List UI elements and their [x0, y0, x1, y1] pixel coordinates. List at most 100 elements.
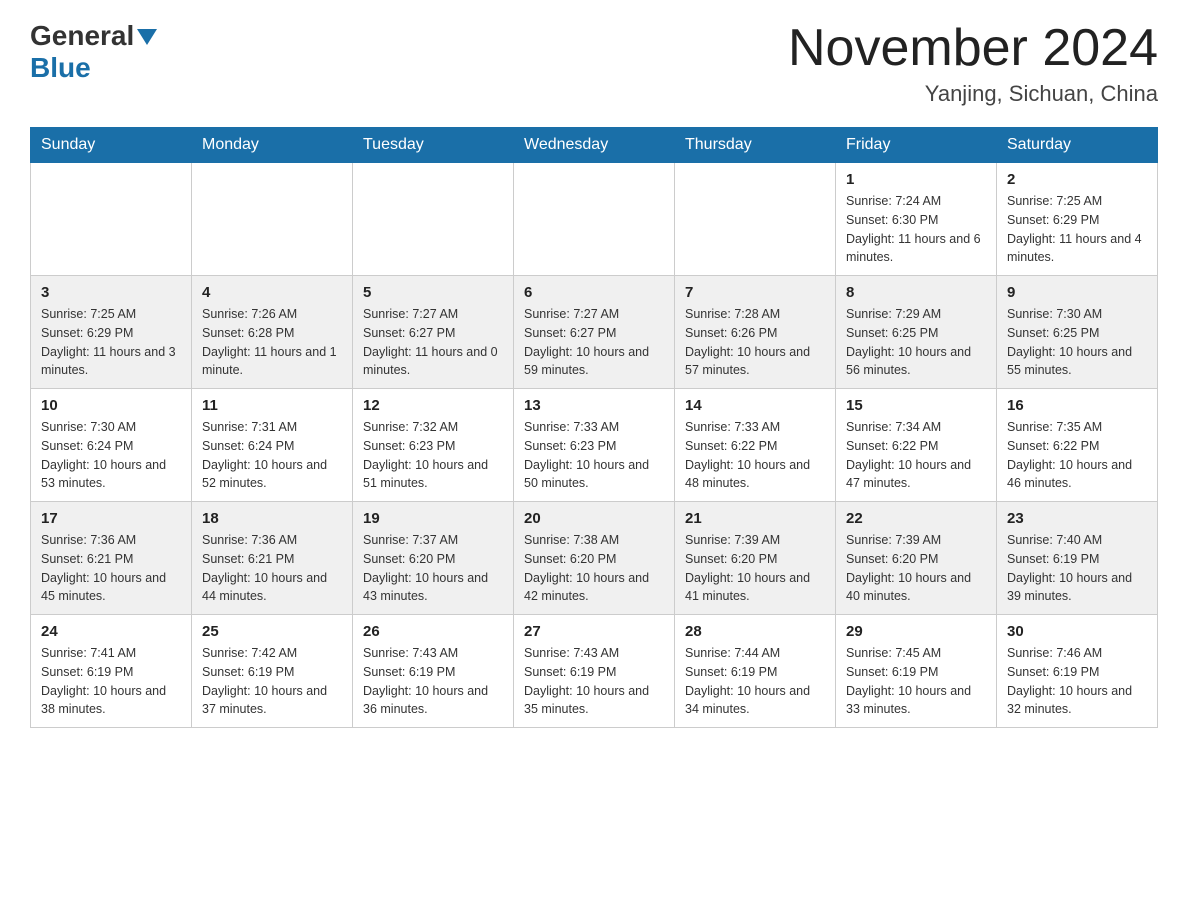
- day-info: Sunrise: 7:30 AM Sunset: 6:25 PM Dayligh…: [1007, 305, 1147, 380]
- day-number: 23: [1007, 510, 1147, 527]
- day-number: 25: [202, 623, 342, 640]
- day-number: 20: [524, 510, 664, 527]
- day-cell: 22 Sunrise: 7:39 AM Sunset: 6:20 PM Dayli…: [836, 502, 997, 615]
- main-title: November 2024: [788, 20, 1158, 77]
- day-cell: 11 Sunrise: 7:31 AM Sunset: 6:24 PM Dayli…: [192, 389, 353, 502]
- day-info: Sunrise: 7:43 AM Sunset: 6:19 PM Dayligh…: [363, 644, 503, 719]
- header-thursday: Thursday: [675, 128, 836, 163]
- day-number: 14: [685, 397, 825, 414]
- day-cell: [675, 163, 836, 276]
- day-number: 12: [363, 397, 503, 414]
- day-cell: 14 Sunrise: 7:33 AM Sunset: 6:22 PM Dayli…: [675, 389, 836, 502]
- day-info: Sunrise: 7:37 AM Sunset: 6:20 PM Dayligh…: [363, 531, 503, 606]
- logo-line1: General: [30, 20, 134, 52]
- day-info: Sunrise: 7:25 AM Sunset: 6:29 PM Dayligh…: [41, 305, 181, 380]
- day-number: 28: [685, 623, 825, 640]
- day-info: Sunrise: 7:46 AM Sunset: 6:19 PM Dayligh…: [1007, 644, 1147, 719]
- day-info: Sunrise: 7:43 AM Sunset: 6:19 PM Dayligh…: [524, 644, 664, 719]
- day-info: Sunrise: 7:32 AM Sunset: 6:23 PM Dayligh…: [363, 418, 503, 493]
- day-cell: 8Sunrise: 7:29 AM Sunset: 6:25 PM Daylig…: [836, 276, 997, 389]
- day-info: Sunrise: 7:42 AM Sunset: 6:19 PM Dayligh…: [202, 644, 342, 719]
- day-info: Sunrise: 7:41 AM Sunset: 6:19 PM Dayligh…: [41, 644, 181, 719]
- day-info: Sunrise: 7:27 AM Sunset: 6:27 PM Dayligh…: [363, 305, 503, 380]
- day-cell: 13 Sunrise: 7:33 AM Sunset: 6:23 PM Dayli…: [514, 389, 675, 502]
- day-number: 24: [41, 623, 181, 640]
- day-number: 2: [1007, 171, 1147, 188]
- week-row-5: 24 Sunrise: 7:41 AM Sunset: 6:19 PM Dayli…: [31, 615, 1158, 728]
- day-info: Sunrise: 7:34 AM Sunset: 6:22 PM Dayligh…: [846, 418, 986, 493]
- day-number: 6: [524, 284, 664, 301]
- day-info: Sunrise: 7:31 AM Sunset: 6:24 PM Dayligh…: [202, 418, 342, 493]
- header-tuesday: Tuesday: [353, 128, 514, 163]
- day-cell: 12 Sunrise: 7:32 AM Sunset: 6:23 PM Dayli…: [353, 389, 514, 502]
- day-cell: 19 Sunrise: 7:37 AM Sunset: 6:20 PM Dayli…: [353, 502, 514, 615]
- day-cell: 1 Sunrise: 7:24 AM Sunset: 6:30 PM Daylig…: [836, 163, 997, 276]
- header-sunday: Sunday: [31, 128, 192, 163]
- day-number: 22: [846, 510, 986, 527]
- logo-line2: Blue: [30, 52, 91, 83]
- day-number: 19: [363, 510, 503, 527]
- day-number: 18: [202, 510, 342, 527]
- day-number: 9: [1007, 284, 1147, 301]
- day-cell: 10 Sunrise: 7:30 AM Sunset: 6:24 PM Dayli…: [31, 389, 192, 502]
- header-row: SundayMondayTuesdayWednesdayThursdayFrid…: [31, 128, 1158, 163]
- day-cell: 16 Sunrise: 7:35 AM Sunset: 6:22 PM Dayli…: [997, 389, 1158, 502]
- day-info: Sunrise: 7:36 AM Sunset: 6:21 PM Dayligh…: [41, 531, 181, 606]
- day-info: Sunrise: 7:38 AM Sunset: 6:20 PM Dayligh…: [524, 531, 664, 606]
- day-info: Sunrise: 7:26 AM Sunset: 6:28 PM Dayligh…: [202, 305, 342, 380]
- day-number: 17: [41, 510, 181, 527]
- day-number: 10: [41, 397, 181, 414]
- day-cell: 23Sunrise: 7:40 AM Sunset: 6:19 PM Dayli…: [997, 502, 1158, 615]
- day-cell: 30 Sunrise: 7:46 AM Sunset: 6:19 PM Dayli…: [997, 615, 1158, 728]
- day-cell: 6 Sunrise: 7:27 AM Sunset: 6:27 PM Daylig…: [514, 276, 675, 389]
- day-cell: 18 Sunrise: 7:36 AM Sunset: 6:21 PM Dayli…: [192, 502, 353, 615]
- week-row-3: 10 Sunrise: 7:30 AM Sunset: 6:24 PM Dayli…: [31, 389, 1158, 502]
- day-info: Sunrise: 7:30 AM Sunset: 6:24 PM Dayligh…: [41, 418, 181, 493]
- day-number: 16: [1007, 397, 1147, 414]
- day-number: 5: [363, 284, 503, 301]
- day-number: 21: [685, 510, 825, 527]
- day-number: 29: [846, 623, 986, 640]
- day-cell: [353, 163, 514, 276]
- day-cell: 24 Sunrise: 7:41 AM Sunset: 6:19 PM Dayli…: [31, 615, 192, 728]
- day-cell: [192, 163, 353, 276]
- day-info: Sunrise: 7:33 AM Sunset: 6:23 PM Dayligh…: [524, 418, 664, 493]
- week-row-4: 17 Sunrise: 7:36 AM Sunset: 6:21 PM Dayli…: [31, 502, 1158, 615]
- day-info: Sunrise: 7:39 AM Sunset: 6:20 PM Dayligh…: [846, 531, 986, 606]
- day-number: 13: [524, 397, 664, 414]
- day-number: 4: [202, 284, 342, 301]
- header-friday: Friday: [836, 128, 997, 163]
- header-monday: Monday: [192, 128, 353, 163]
- title-area: November 2024 Yanjing, Sichuan, China: [788, 20, 1158, 107]
- day-cell: 9 Sunrise: 7:30 AM Sunset: 6:25 PM Daylig…: [997, 276, 1158, 389]
- day-cell: 2Sunrise: 7:25 AM Sunset: 6:29 PM Daylig…: [997, 163, 1158, 276]
- day-number: 1: [846, 171, 986, 188]
- day-number: 3: [41, 284, 181, 301]
- day-info: Sunrise: 7:35 AM Sunset: 6:22 PM Dayligh…: [1007, 418, 1147, 493]
- day-info: Sunrise: 7:24 AM Sunset: 6:30 PM Dayligh…: [846, 192, 986, 267]
- day-info: Sunrise: 7:39 AM Sunset: 6:20 PM Dayligh…: [685, 531, 825, 606]
- day-cell: 15Sunrise: 7:34 AM Sunset: 6:22 PM Dayli…: [836, 389, 997, 502]
- day-number: 8: [846, 284, 986, 301]
- logo: General Blue: [30, 20, 157, 84]
- day-info: Sunrise: 7:33 AM Sunset: 6:22 PM Dayligh…: [685, 418, 825, 493]
- day-info: Sunrise: 7:36 AM Sunset: 6:21 PM Dayligh…: [202, 531, 342, 606]
- day-cell: [31, 163, 192, 276]
- day-number: 27: [524, 623, 664, 640]
- day-cell: 3 Sunrise: 7:25 AM Sunset: 6:29 PM Daylig…: [31, 276, 192, 389]
- day-number: 7: [685, 284, 825, 301]
- day-info: Sunrise: 7:28 AM Sunset: 6:26 PM Dayligh…: [685, 305, 825, 380]
- week-row-1: 1 Sunrise: 7:24 AM Sunset: 6:30 PM Daylig…: [31, 163, 1158, 276]
- day-info: Sunrise: 7:27 AM Sunset: 6:27 PM Dayligh…: [524, 305, 664, 380]
- day-cell: 7 Sunrise: 7:28 AM Sunset: 6:26 PM Daylig…: [675, 276, 836, 389]
- day-cell: 5 Sunrise: 7:27 AM Sunset: 6:27 PM Daylig…: [353, 276, 514, 389]
- day-info: Sunrise: 7:44 AM Sunset: 6:19 PM Dayligh…: [685, 644, 825, 719]
- day-number: 30: [1007, 623, 1147, 640]
- page-header: General Blue November 2024 Yanjing, Sich…: [30, 20, 1158, 107]
- day-cell: 28 Sunrise: 7:44 AM Sunset: 6:19 PM Dayli…: [675, 615, 836, 728]
- header-saturday: Saturday: [997, 128, 1158, 163]
- day-number: 11: [202, 397, 342, 414]
- day-cell: 26Sunrise: 7:43 AM Sunset: 6:19 PM Dayli…: [353, 615, 514, 728]
- day-cell: 17 Sunrise: 7:36 AM Sunset: 6:21 PM Dayli…: [31, 502, 192, 615]
- week-row-2: 3 Sunrise: 7:25 AM Sunset: 6:29 PM Daylig…: [31, 276, 1158, 389]
